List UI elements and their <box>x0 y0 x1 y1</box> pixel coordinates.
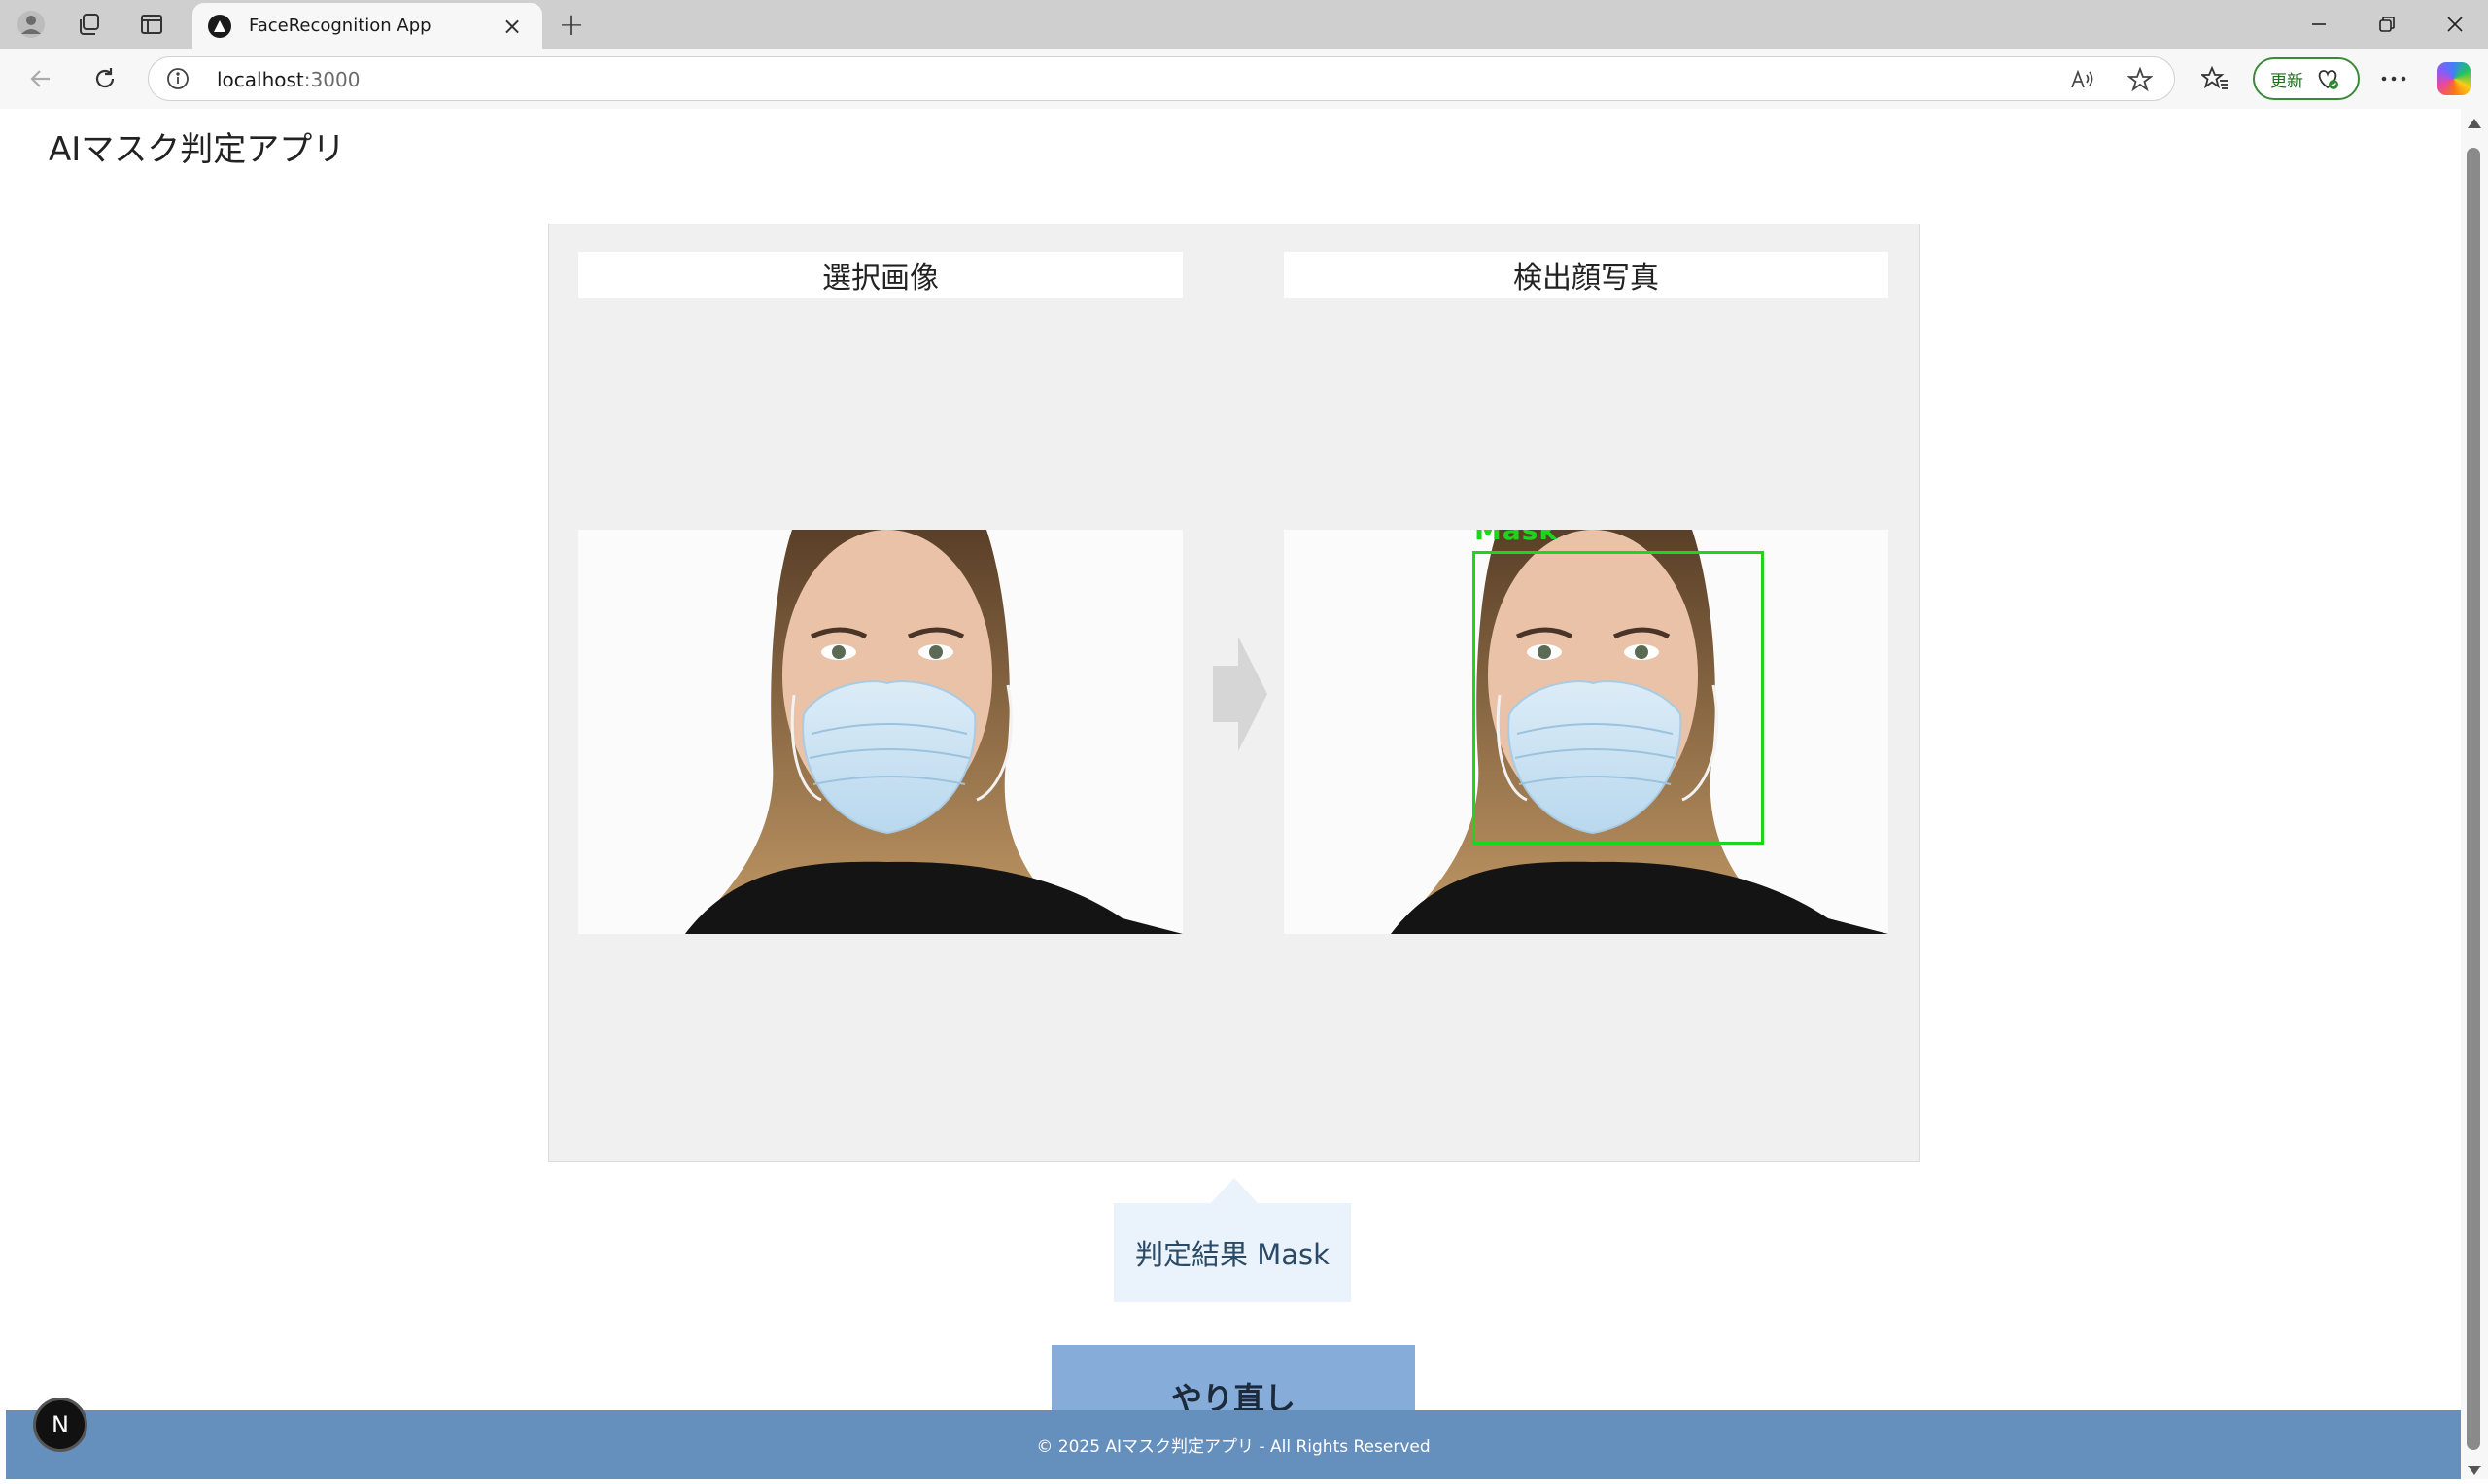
selected-image-label: 選択画像 <box>578 252 1183 298</box>
arrow-right-icon <box>1213 637 1267 755</box>
workspaces-icon[interactable] <box>64 5 115 44</box>
result-callout: 判定結果 Mask <box>1114 1178 1351 1304</box>
url-port: :3000 <box>303 68 361 91</box>
result-text: 判定結果 Mask <box>1114 1203 1351 1302</box>
restore-icon[interactable] <box>2354 0 2420 49</box>
page-scrollbar[interactable] <box>2461 109 2488 1479</box>
favorite-star-icon[interactable] <box>2125 65 2155 94</box>
update-label: 更新 <box>2270 71 2303 91</box>
dev-tools-badge[interactable]: N <box>33 1398 87 1452</box>
vertical-tabs-icon[interactable] <box>126 5 177 44</box>
back-icon[interactable] <box>19 58 62 99</box>
more-icon[interactable] <box>2377 62 2410 95</box>
browser-toolbar: localhost:3000 更新 <box>0 49 2488 109</box>
info-icon[interactable] <box>166 67 190 90</box>
reload-icon[interactable] <box>84 58 126 99</box>
tab-close-icon[interactable]: × <box>498 12 527 41</box>
update-heart-icon <box>2318 70 2338 89</box>
read-aloud-icon[interactable] <box>2067 65 2096 94</box>
update-button[interactable]: 更新 <box>2253 57 2360 100</box>
url-text: localhost:3000 <box>217 68 360 91</box>
profile-icon[interactable] <box>6 5 56 44</box>
footer-text: © 2025 AIマスク判定アプリ - All Rights Reserved <box>1036 1437 1431 1457</box>
page-viewport: AIマスク判定アプリ 選択画像 検出顔写真 Mask 判定結果 Mask やり直… <box>6 109 2461 1479</box>
address-bar[interactable]: localhost:3000 <box>148 56 2175 101</box>
new-tab-button[interactable]: + <box>552 8 591 41</box>
selected-image <box>578 530 1183 934</box>
tab-title: FaceRecognition App <box>249 16 432 36</box>
scroll-thumb[interactable] <box>2467 148 2480 1450</box>
detected-face-image: Mask <box>1284 530 1888 934</box>
app-favicon-icon <box>208 14 231 38</box>
app-title: AIマスク判定アプリ <box>49 130 346 169</box>
favorites-icon[interactable] <box>2198 62 2231 95</box>
close-window-icon[interactable] <box>2422 0 2488 49</box>
tab-facerecognition[interactable]: FaceRecognition App × <box>192 3 542 49</box>
result-callout-notch <box>1209 1178 1260 1205</box>
url-host: localhost <box>217 68 304 91</box>
scroll-up-icon[interactable] <box>2468 119 2481 128</box>
tab-bar: FaceRecognition App × + <box>0 0 2488 49</box>
face-detection-box <box>1472 551 1764 845</box>
detection-label: Mask <box>1474 530 1559 546</box>
copilot-icon[interactable] <box>2437 62 2471 95</box>
scroll-down-icon[interactable] <box>2468 1466 2481 1475</box>
minimize-icon[interactable] <box>2286 0 2352 49</box>
comparison-panel: 選択画像 検出顔写真 Mask <box>548 224 1920 1162</box>
footer: © 2025 AIマスク判定アプリ - All Rights Reserved <box>6 1410 2461 1479</box>
detected-face-label: 検出顔写真 <box>1284 252 1888 298</box>
